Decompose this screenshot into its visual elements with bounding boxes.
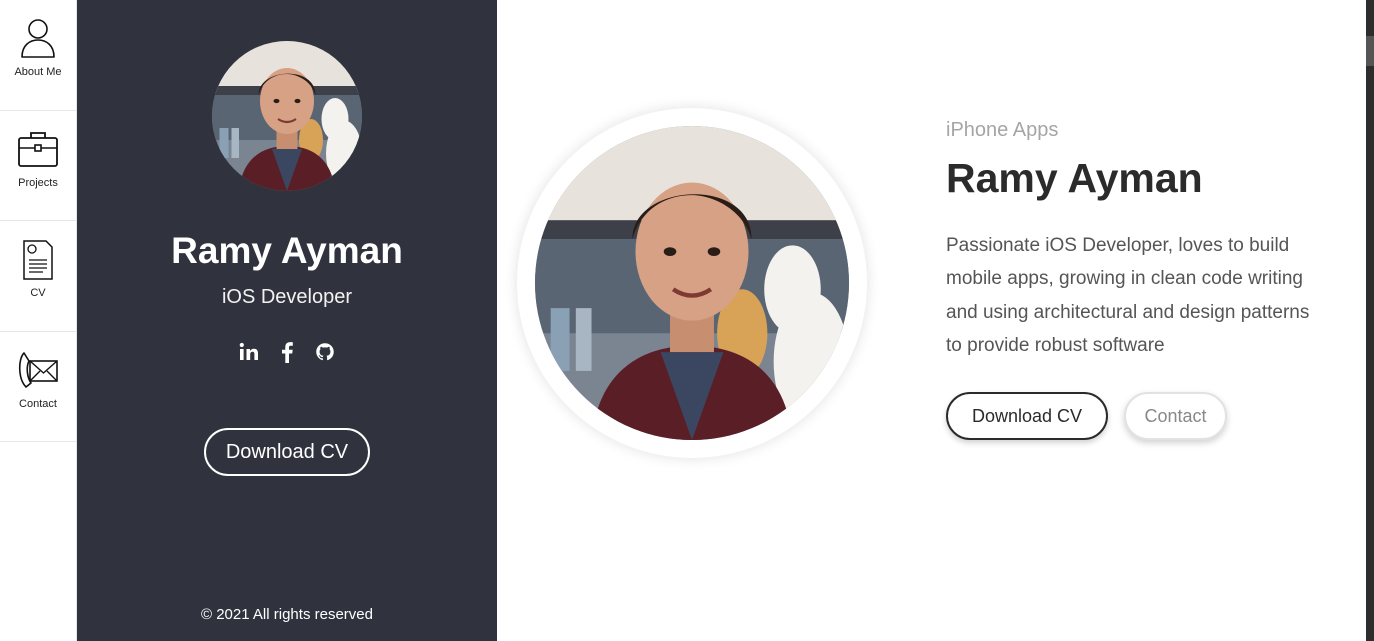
scrollbar-thumb[interactable] <box>1366 36 1374 66</box>
page-title: Ramy Ayman <box>946 155 1203 201</box>
nav-item-about-me[interactable]: About Me <box>0 0 76 111</box>
icon-navigation: About Me Projects CV Contact <box>0 0 77 641</box>
bio-text: Passionate iOS Developer, loves to build… <box>946 235 1310 357</box>
linkedin-icon[interactable] <box>239 340 259 364</box>
contact-button[interactable]: Contact <box>1124 392 1227 440</box>
document-icon <box>23 240 53 280</box>
download-cv-button-main[interactable]: Download CV <box>946 392 1108 440</box>
nav-item-contact[interactable]: Contact <box>0 332 76 442</box>
nav-item-projects[interactable]: Projects <box>0 111 76 221</box>
facebook-icon[interactable] <box>277 340 297 364</box>
scrollbar[interactable] <box>1366 0 1374 641</box>
social-links <box>77 340 497 364</box>
profile-photo-frame <box>517 108 867 458</box>
nav-label-cv: CV <box>30 287 46 299</box>
profile-name: Ramy Ayman <box>171 230 403 271</box>
about-me-section: iPhone Apps Ramy Ayman Passionate iOS De… <box>497 0 1366 641</box>
envelope-phone-icon <box>18 351 58 388</box>
person-icon <box>21 19 55 58</box>
download-cv-button[interactable]: Download CV <box>204 428 370 476</box>
profile-photo <box>535 126 849 440</box>
avatar <box>212 41 362 191</box>
section-subtitle: iPhone Apps <box>946 119 1059 141</box>
github-icon[interactable] <box>315 340 335 364</box>
nav-label-projects: Projects <box>18 176 58 189</box>
briefcase-icon <box>18 131 58 167</box>
nav-label-about-me: About Me <box>14 66 62 78</box>
profile-role: iOS Developer <box>221 286 353 308</box>
copyright-text: © 2021 All rights reserved <box>201 606 373 623</box>
nav-label-contact: Contact <box>19 397 57 410</box>
nav-item-cv[interactable]: CV <box>0 221 76 332</box>
profile-panel: Ramy Ayman iOS Developer Download CV © 2… <box>77 0 497 641</box>
